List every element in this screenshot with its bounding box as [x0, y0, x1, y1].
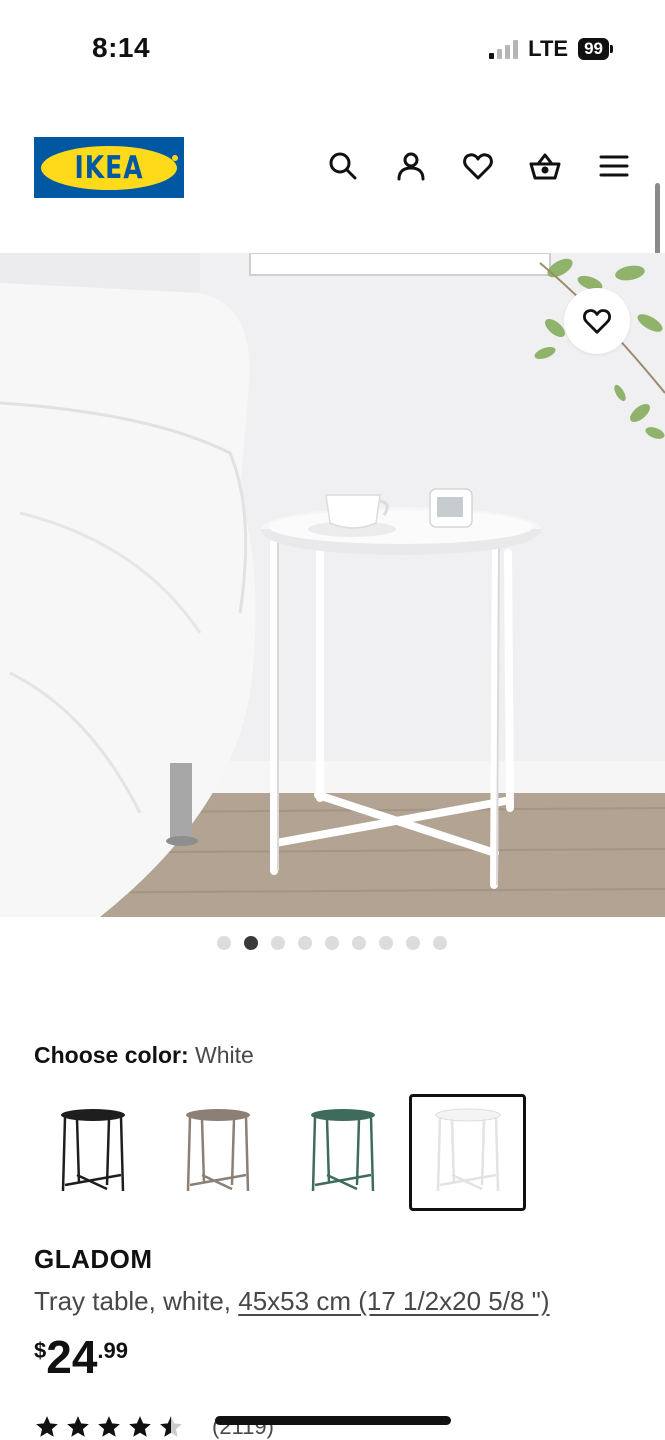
signal-icon [489, 39, 519, 59]
menu-icon[interactable] [596, 148, 632, 184]
half-star-icon [160, 1416, 182, 1437]
account-icon[interactable] [393, 148, 429, 184]
gallery-dot[interactable] [298, 936, 312, 950]
color-chooser-label: Choose color: White [34, 1042, 254, 1069]
shopping-bag-icon[interactable] [527, 148, 563, 184]
battery-level: 99 [578, 38, 609, 60]
color-label-title: Choose color: [34, 1042, 189, 1068]
network-label: LTE [528, 36, 569, 61]
gallery-dot[interactable] [271, 936, 285, 950]
battery-icon: 99 [578, 38, 613, 60]
star-icon [36, 1416, 58, 1437]
price-decimal: .99 [97, 1338, 129, 1363]
selected-color: White [195, 1042, 254, 1068]
product-type: Tray table, white, [34, 1286, 232, 1316]
gallery-dot[interactable] [325, 936, 339, 950]
home-indicator[interactable] [215, 1416, 451, 1425]
product-price: $ 24 .99 [34, 1332, 128, 1382]
product-photo [0, 253, 665, 917]
gallery-dot-active[interactable] [244, 936, 258, 950]
gallery-dot[interactable] [433, 936, 447, 950]
save-favorite-button[interactable] [564, 288, 630, 354]
product-dimensions-link[interactable]: 45x53 cm (17 1/2x20 5/8 ") [238, 1286, 549, 1316]
gallery-pagination [217, 936, 447, 950]
color-option-green[interactable] [284, 1094, 401, 1211]
status-time: 8:14 [92, 32, 151, 63]
price-integer: 24 [46, 1331, 98, 1383]
gallery-dot[interactable] [379, 936, 393, 950]
gallery-dot[interactable] [217, 936, 231, 950]
star-icon [129, 1416, 151, 1437]
heart-icon[interactable] [460, 148, 496, 184]
ikea-logo[interactable]: IKEA [34, 137, 184, 198]
star-icon [98, 1416, 120, 1437]
status-indicators: LTE 99 [489, 36, 613, 62]
price-currency: $ [34, 1338, 47, 1363]
color-option-white[interactable] [409, 1094, 526, 1211]
table-thumbnail-white [435, 1108, 500, 1191]
site-header: IKEA [0, 110, 665, 225]
rating-stars [34, 1414, 184, 1440]
gallery-dot[interactable] [406, 936, 420, 950]
table-thumbnail-black [60, 1108, 125, 1191]
logo-text: IKEA [74, 149, 144, 186]
product-image[interactable] [0, 253, 665, 917]
search-icon[interactable] [325, 148, 361, 184]
table-thumbnail-beige [185, 1108, 250, 1191]
product-description: Tray table, white, 45x53 cm (17 1/2x20 5… [34, 1286, 550, 1317]
color-option-beige[interactable] [159, 1094, 276, 1211]
table-thumbnail-green [310, 1108, 375, 1191]
color-swatches [34, 1094, 526, 1211]
color-option-black[interactable] [34, 1094, 151, 1211]
status-bar: 8:14 LTE 99 [0, 0, 665, 100]
star-icon [67, 1416, 89, 1437]
heart-icon [583, 309, 611, 334]
product-name: GLADOM [34, 1244, 153, 1274]
gallery-dot[interactable] [352, 936, 366, 950]
